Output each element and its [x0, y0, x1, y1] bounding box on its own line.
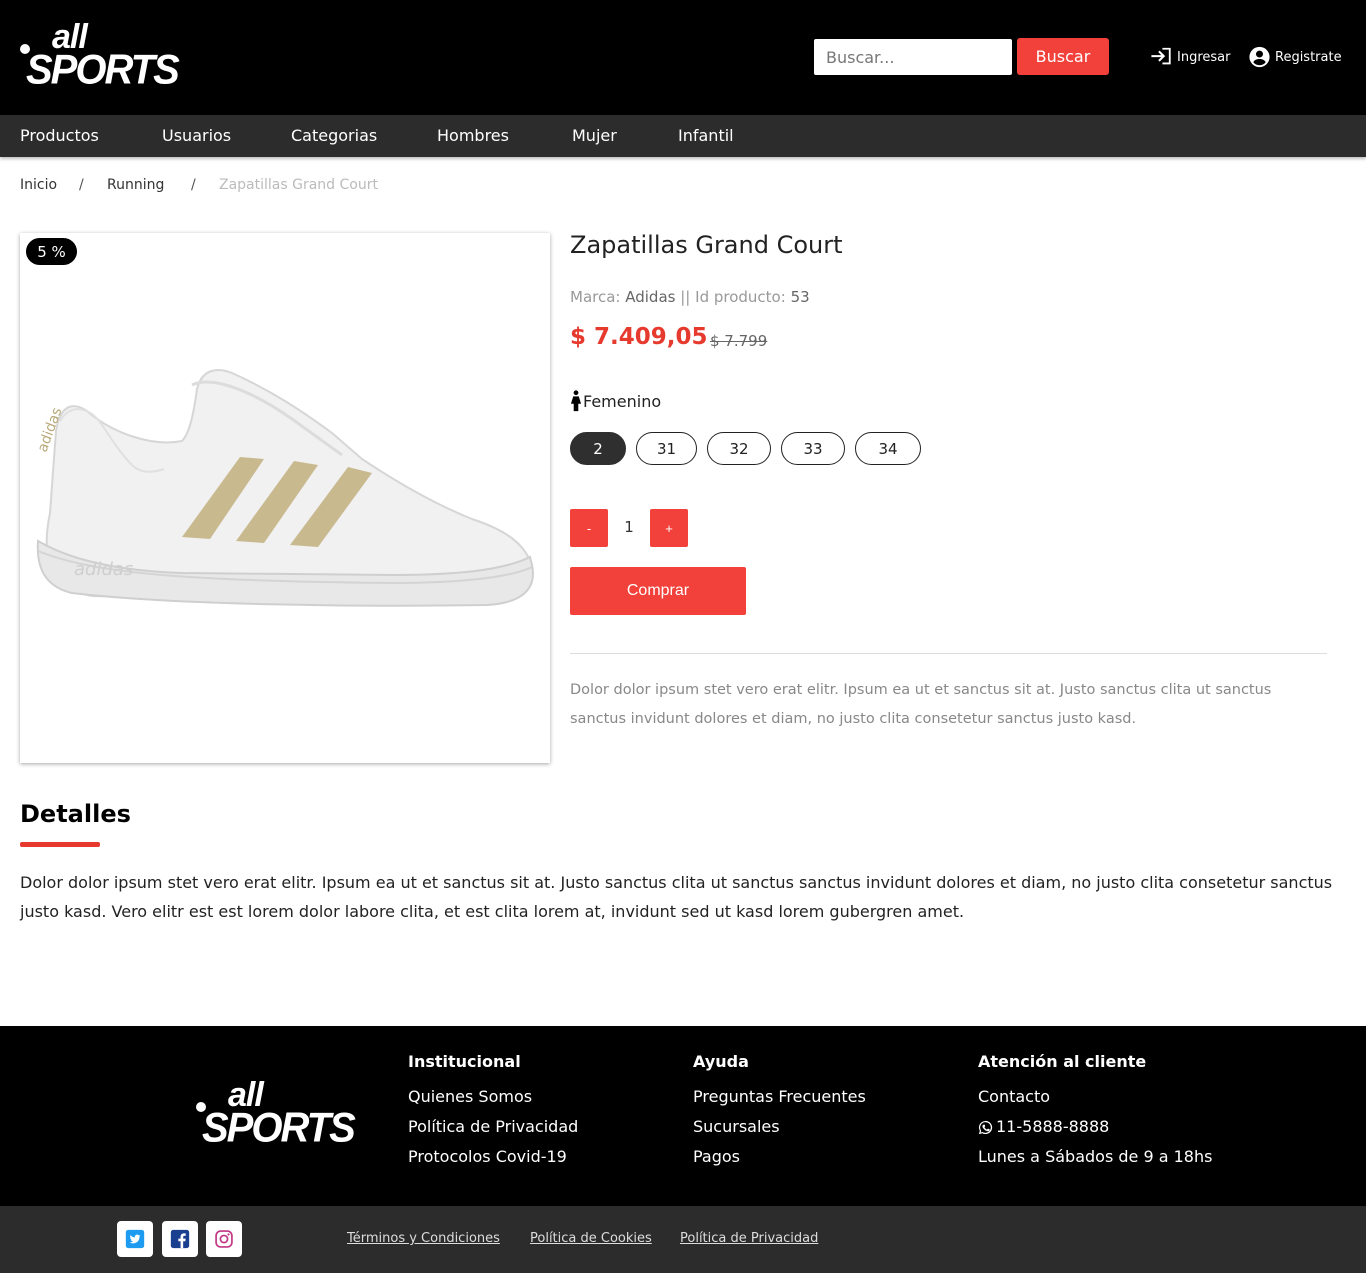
buy-button[interactable]: Comprar [570, 567, 746, 615]
nav-item-categorias[interactable]: Categorias [291, 126, 377, 145]
divider [570, 653, 1327, 654]
size-option-31[interactable]: 31 [636, 432, 697, 465]
footer-link-privacidad[interactable]: Política de Privacidad [408, 1112, 578, 1142]
size-option-32[interactable]: 32 [707, 432, 771, 465]
nav-item-productos[interactable]: Productos [20, 126, 99, 145]
facebook-icon [170, 1229, 190, 1249]
footer-col-title: Institucional [408, 1052, 521, 1071]
gender-text: Femenino [583, 391, 662, 411]
footer-link-contacto[interactable]: Contacto [978, 1082, 1212, 1112]
footer-link-covid[interactable]: Protocolos Covid-19 [408, 1142, 578, 1172]
footer-link-quienes-somos[interactable]: Quienes Somos [408, 1082, 578, 1112]
footer-link-pagos[interactable]: Pagos [693, 1142, 866, 1172]
svg-text:adidas: adidas [74, 559, 133, 580]
footer-hours: Lunes a Sábados de 9 a 18hs [978, 1147, 1213, 1166]
product-title: Zapatillas Grand Court [570, 231, 843, 259]
size-option-2[interactable]: 2 [570, 432, 626, 465]
breadcrumb-home[interactable]: Inicio [20, 177, 57, 193]
details-text: Dolor dolor ipsum stet vero erat elitr. … [20, 873, 1333, 921]
female-icon [570, 390, 582, 412]
footer-link-faq[interactable]: Preguntas Frecuentes [693, 1082, 866, 1112]
nav-item-infantil[interactable]: Infantil [678, 126, 734, 145]
footer-col-title: Ayuda [693, 1052, 749, 1071]
footer-col-atencion: Atención al cliente Contacto 11-5888-888… [978, 1052, 1212, 1172]
register-link[interactable]: Registrate [1248, 46, 1342, 68]
product-description: Dolor dolor ipsum stet vero erat elitr. … [570, 682, 1272, 727]
search-button[interactable]: Buscar [1017, 38, 1109, 75]
size-option-34[interactable]: 34 [855, 432, 921, 465]
breadcrumb-separator: / [79, 177, 84, 193]
footer-link-sucursales[interactable]: Sucursales [693, 1112, 866, 1142]
footer-col-title: Atención al cliente [978, 1052, 1147, 1071]
size-option-33[interactable]: 33 [781, 432, 845, 465]
logo-text-sports: SPORTS [202, 1104, 356, 1152]
quantity-increase-button[interactable]: + [650, 509, 688, 547]
footer-phone[interactable]: 11-5888-8888 [978, 1112, 1212, 1142]
instagram-link[interactable] [206, 1221, 242, 1257]
nav-item-mujer[interactable]: Mujer [572, 126, 617, 145]
footer-logo[interactable]: all SPORTS [196, 1078, 356, 1153]
login-link[interactable]: Ingresar [1150, 46, 1230, 68]
sign-in-icon [1151, 47, 1171, 65]
brand-label: Marca: [570, 288, 621, 306]
login-label: Ingresar [1177, 49, 1231, 65]
twitter-icon [125, 1229, 145, 1249]
product-image-card: 5 % adidas adidas [20, 233, 550, 763]
product-id-label: Id producto: [695, 288, 786, 306]
quantity-value: 1 [624, 518, 634, 536]
search-input[interactable] [814, 39, 1012, 75]
facebook-link[interactable] [162, 1221, 198, 1257]
breadcrumb-current: Zapatillas Grand Court [219, 177, 378, 193]
instagram-icon [215, 1230, 233, 1248]
logo-text-sports: SPORTS [26, 46, 180, 94]
breadcrumb-category[interactable]: Running [107, 177, 164, 193]
footer-col-institucional: Institucional Quienes Somos Política de … [408, 1052, 578, 1172]
user-circle-icon [1249, 46, 1270, 68]
brand-value: Adidas [625, 288, 676, 306]
nav-item-usuarios[interactable]: Usuarios [162, 126, 231, 145]
discount-badge: 5 % [26, 238, 77, 265]
gender-label: Femenino [570, 390, 661, 412]
whatsapp-icon [978, 1120, 993, 1134]
site-logo[interactable]: all SPORTS [20, 20, 180, 95]
product-id-value: 53 [790, 288, 810, 306]
details-underline [20, 842, 100, 847]
quantity-decrease-button[interactable]: - [570, 509, 608, 547]
original-price: $ 7.799 [710, 332, 768, 350]
breadcrumb-separator: / [191, 177, 196, 193]
legal-link-cookies[interactable]: Política de Cookies [530, 1231, 652, 1246]
legal-link-privacidad[interactable]: Política de Privacidad [680, 1231, 818, 1246]
product-meta: Marca: Adidas || Id producto: 53 [570, 288, 810, 306]
footer-col-ayuda: Ayuda Preguntas Frecuentes Sucursales Pa… [693, 1052, 866, 1172]
meta-separator: || [680, 288, 691, 306]
details-title: Detalles [20, 800, 131, 828]
phone-number: 11-5888-8888 [996, 1117, 1110, 1136]
legal-link-terminos[interactable]: Términos y Condiciones [347, 1231, 500, 1246]
product-shoe-image: adidas adidas [35, 369, 534, 607]
current-price: $ 7.409,05 [570, 324, 708, 350]
register-label: Registrate [1275, 49, 1342, 65]
nav-item-hombres[interactable]: Hombres [437, 126, 509, 145]
twitter-link[interactable] [117, 1221, 153, 1257]
